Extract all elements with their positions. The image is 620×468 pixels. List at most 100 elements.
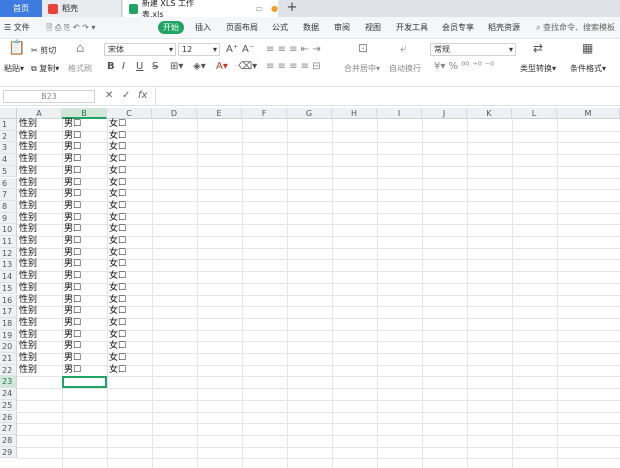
row-header[interactable]: 5 — [0, 165, 17, 178]
cell-female-option[interactable]: 女☐ — [107, 201, 152, 213]
font-grow-icon[interactable]: A⁺ — [226, 44, 238, 55]
cell-male-option[interactable]: 男☐ — [62, 201, 107, 213]
cell-gender-label[interactable]: 性别 — [17, 295, 62, 307]
cell-female-option[interactable]: 女☐ — [107, 248, 152, 260]
row-header[interactable]: 6 — [0, 177, 17, 190]
cell-female-option[interactable]: 女☐ — [107, 154, 152, 166]
cell-male-option[interactable]: 男☐ — [62, 341, 107, 353]
cell-male-option[interactable]: 男☐ — [62, 283, 107, 295]
cell-male-option[interactable]: 男☐ — [62, 236, 107, 248]
column-header-d[interactable]: D — [152, 108, 197, 119]
menu-docer-resources[interactable]: 稻壳资源 — [488, 22, 520, 33]
cell-male-option[interactable]: 男☐ — [62, 189, 107, 201]
cell-gender-label[interactable]: 性别 — [17, 318, 62, 330]
cell-male-option[interactable]: 男☐ — [62, 306, 107, 318]
cell-gender-label[interactable]: 性别 — [17, 330, 62, 342]
bold-icon[interactable]: B — [107, 61, 115, 72]
cell-male-option[interactable]: 男☐ — [62, 154, 107, 166]
window-icon[interactable]: ▭ — [255, 4, 263, 13]
cell-gender-label[interactable]: 性别 — [17, 119, 62, 131]
row-header[interactable]: 29 — [0, 446, 17, 459]
cell-male-option[interactable]: 男☐ — [62, 178, 107, 190]
cell-gender-label[interactable]: 性别 — [17, 131, 62, 143]
cell-gender-label[interactable]: 性别 — [17, 259, 62, 271]
conditional-format-button[interactable]: 条件格式▾ — [570, 63, 606, 74]
cell-female-option[interactable]: 女☐ — [107, 259, 152, 271]
cell-male-option[interactable]: 男☐ — [62, 166, 107, 178]
command-search[interactable]: ⌕ 查找命令、搜索模板 — [536, 22, 615, 33]
row-header[interactable]: 1 — [0, 119, 17, 131]
cell-gender-label[interactable]: 性别 — [17, 271, 62, 283]
cell-female-option[interactable]: 女☐ — [107, 142, 152, 154]
cell-gender-label[interactable]: 性别 — [17, 178, 62, 190]
cell-male-option[interactable]: 男☐ — [62, 353, 107, 365]
row-header[interactable]: 3 — [0, 142, 17, 155]
menu-review[interactable]: 审阅 — [334, 22, 350, 33]
menu-formula[interactable]: 公式 — [272, 22, 288, 33]
column-header-h[interactable]: H — [332, 108, 377, 119]
column-header-k[interactable]: K — [467, 108, 512, 119]
cell-female-option[interactable]: 女☐ — [107, 166, 152, 178]
cell-male-option[interactable]: 男☐ — [62, 224, 107, 236]
cell-male-option[interactable]: 男☐ — [62, 330, 107, 342]
column-header-f[interactable]: F — [242, 108, 287, 119]
font-color-icon[interactable]: A▾ — [216, 61, 228, 72]
cell-gender-label[interactable]: 性别 — [17, 236, 62, 248]
row-header[interactable]: 11 — [0, 236, 17, 248]
row-header[interactable]: 15 — [0, 282, 17, 295]
cell-male-option[interactable]: 男☐ — [62, 259, 107, 271]
cell-female-option[interactable]: 女☐ — [107, 178, 152, 190]
menu-insert[interactable]: 插入 — [195, 22, 211, 33]
cell-female-option[interactable]: 女☐ — [107, 271, 152, 283]
row-header[interactable]: 4 — [0, 154, 17, 166]
cell-gender-label[interactable]: 性别 — [17, 166, 62, 178]
eraser-icon[interactable]: ⌫▾ — [238, 61, 257, 72]
type-convert-button[interactable]: 类型转换▾ — [520, 63, 556, 74]
font-size-select[interactable]: 12 ▾ — [178, 43, 220, 56]
menu-view[interactable]: 视图 — [365, 22, 381, 33]
cell-gender-label[interactable]: 性别 — [17, 306, 62, 318]
align-top-icon[interactable]: ≡ ≡ ≡ ⇤ ⇥ — [266, 44, 321, 55]
cell-male-option[interactable]: 男☐ — [62, 248, 107, 260]
cell-female-option[interactable]: 女☐ — [107, 318, 152, 330]
row-header[interactable]: 7 — [0, 189, 17, 201]
cell-female-option[interactable]: 女☐ — [107, 236, 152, 248]
active-cell[interactable] — [62, 376, 107, 389]
function-icon[interactable]: fx — [138, 90, 147, 101]
cell-gender-label[interactable]: 性别 — [17, 201, 62, 213]
font-shrink-icon[interactable]: A⁻ — [242, 44, 254, 55]
cell-female-option[interactable]: 女☐ — [107, 224, 152, 236]
cell-female-option[interactable]: 女☐ — [107, 306, 152, 318]
number-format-select[interactable]: 常规 ▾ — [430, 43, 516, 56]
cell-male-option[interactable]: 男☐ — [62, 213, 107, 225]
row-header[interactable]: 22 — [0, 364, 17, 377]
cell-male-option[interactable]: 男☐ — [62, 295, 107, 307]
paste-icon[interactable]: 📋 — [8, 41, 25, 55]
conditional-format-icon[interactable]: ▦ — [582, 42, 593, 54]
quick-access-toolbar[interactable]: 🗎 ⎙ ⎘ ↶ ↷ ▾ — [46, 22, 95, 36]
cell-gender-label[interactable]: 性别 — [17, 213, 62, 225]
row-header[interactable]: 24 — [0, 388, 17, 400]
row-header[interactable]: 12 — [0, 247, 17, 260]
cell-female-option[interactable]: 女☐ — [107, 213, 152, 225]
font-name-select[interactable]: 宋体 ▾ — [104, 43, 176, 56]
formula-input[interactable] — [155, 87, 620, 105]
menu-member[interactable]: 会员专享 — [442, 22, 474, 33]
align-left-icon[interactable]: ≡ ≡ ≡ ≡ ⊟ — [266, 61, 321, 72]
cell-male-option[interactable]: 男☐ — [62, 142, 107, 154]
column-header-j[interactable]: J — [422, 108, 467, 119]
row-header[interactable]: 17 — [0, 306, 17, 318]
format-painter-icon[interactable]: ⌂ — [76, 42, 84, 55]
menu-file[interactable]: ☰ 文件 — [4, 22, 30, 33]
row-header[interactable]: 2 — [0, 130, 17, 143]
row-header[interactable]: 21 — [0, 353, 17, 365]
strikethrough-icon[interactable]: S̶ — [152, 61, 158, 72]
cell-female-option[interactable]: 女☐ — [107, 283, 152, 295]
row-header[interactable]: 27 — [0, 423, 17, 435]
cell-gender-label[interactable]: 性别 — [17, 224, 62, 236]
row-header[interactable]: 25 — [0, 399, 17, 412]
new-tab-icon[interactable]: + — [285, 0, 299, 17]
column-header-m[interactable]: M — [557, 108, 620, 119]
cell-male-option[interactable]: 男☐ — [62, 365, 107, 377]
cell-male-option[interactable]: 男☐ — [62, 119, 107, 131]
